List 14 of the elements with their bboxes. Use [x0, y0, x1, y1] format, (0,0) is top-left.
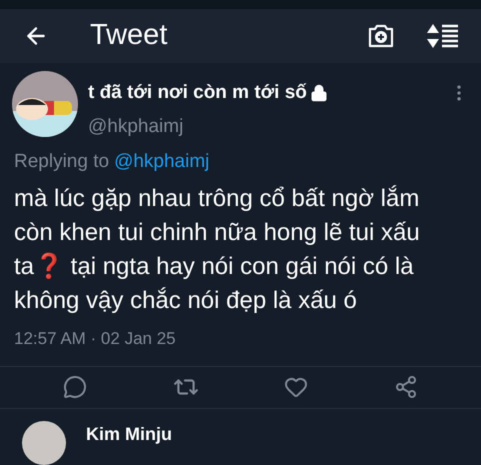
add-photo-icon[interactable] [367, 22, 395, 49]
avatar [22, 421, 66, 465]
sort-list-icon[interactable] [427, 22, 459, 49]
tweet-text: mà lúc gặp nhau trông cổ bất ngờ lắm còn khen tui chinh nữa hong lẽ tui xấu ta❓ tại ngta hay nói con gái nói có là không vậy chắc nói đẹp là xấu ó [13, 184, 421, 316]
like-icon[interactable] [284, 375, 308, 400]
reply-mention-link[interactable]: @hkphaimj [114, 148, 210, 176]
tweet-timestamp: 12:57 AM · 02 Jan 25 [13, 328, 177, 350]
page-title: Tweet [90, 18, 168, 53]
display-name: t đã tới nơi còn m tới số [88, 80, 307, 105]
next-tweet-header: Kim Minju [86, 423, 172, 446]
share-icon[interactable] [394, 375, 418, 400]
reply-icon[interactable] [62, 375, 87, 400]
replying-label: Replying to [14, 150, 110, 174]
user-handle: @hkphaimj [88, 115, 184, 140]
